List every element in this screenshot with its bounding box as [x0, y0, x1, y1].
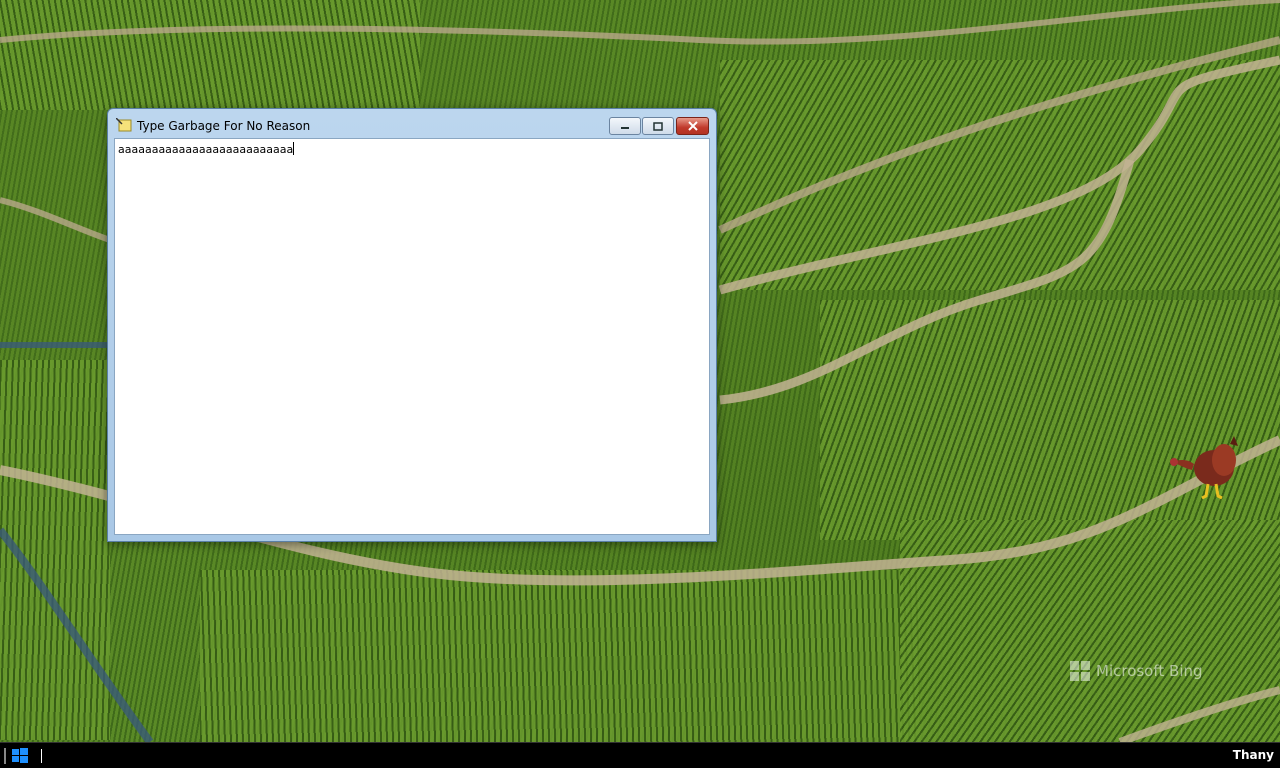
text-editor-area[interactable]: aaaaaaaaaaaaaaaaaaaaaaaaaa [114, 138, 710, 535]
username-label[interactable]: Thany [1233, 748, 1274, 762]
minimize-icon [621, 127, 629, 129]
bing-watermark: Microsoft Bing [1070, 661, 1203, 681]
windows-logo-icon [4, 748, 28, 764]
taskbar-text-cursor [41, 749, 42, 763]
start-button[interactable] [2, 745, 32, 767]
taskbar[interactable]: Thany [0, 742, 1280, 768]
text-caret [293, 142, 295, 155]
maximize-button[interactable] [642, 117, 674, 135]
window-title: Type Garbage For No Reason [137, 119, 311, 133]
text-content[interactable]: aaaaaaaaaaaaaaaaaaaaaaaaaa [118, 142, 706, 531]
bing-logo-icon [1070, 661, 1090, 681]
maximize-icon [653, 121, 663, 131]
watermark-text: Microsoft Bing [1096, 662, 1203, 680]
turkey-desktop-pet[interactable] [1168, 434, 1244, 500]
notepad-icon [116, 118, 132, 132]
close-icon [687, 121, 698, 131]
notepad-window[interactable]: Type Garbage For No Reason aaaaaaaaaaaaa… [107, 108, 717, 542]
minimize-button[interactable] [609, 117, 641, 135]
title-bar[interactable]: Type Garbage For No Reason [108, 109, 716, 139]
close-button[interactable] [676, 117, 709, 135]
typed-text: aaaaaaaaaaaaaaaaaaaaaaaaaa [118, 143, 294, 156]
